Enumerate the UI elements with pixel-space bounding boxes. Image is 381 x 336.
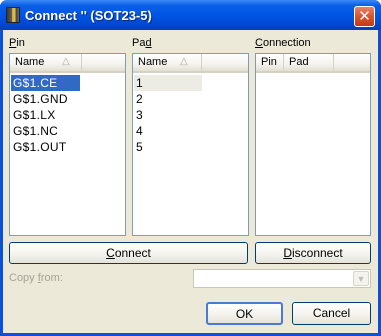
pad-item[interactable]: 4 — [134, 123, 143, 139]
app-icon — [6, 7, 20, 23]
pad-list[interactable]: Name △ 1 2 3 4 5 — [132, 53, 249, 236]
copy-from-label-rest: rom: — [40, 272, 63, 284]
connect-dialog: Connect '' (SOT23-5) ✕ Pin Name △ G$1.CE… — [0, 0, 381, 336]
disconnect-button-mnemonic: D — [283, 246, 292, 260]
pad-label-text: Pa — [132, 37, 146, 49]
connection-pin-column-label: Pin — [261, 56, 277, 68]
pin-name-column-header[interactable]: Name — [10, 54, 82, 71]
connection-label-text: onnection — [262, 37, 311, 49]
connection-list-header: Pin Pad — [256, 54, 370, 73]
cancel-button[interactable]: Cancel — [292, 302, 371, 325]
connection-pin-column-header[interactable]: Pin — [256, 54, 284, 71]
copy-from-label-text: Copy — [9, 272, 38, 284]
pad-item[interactable]: 3 — [134, 107, 143, 123]
pin-item[interactable]: G$1.NC — [11, 123, 58, 139]
connection-label: Connection — [255, 36, 311, 50]
pin-list[interactable]: Name △ G$1.CE G$1.GND G$1.LX G$1.NC G$1.… — [9, 53, 126, 236]
ok-button[interactable]: OK — [206, 302, 283, 325]
connect-button-label: onnect — [114, 246, 151, 260]
pad-label-mnemonic: d — [145, 37, 152, 49]
dialog-body: Pin Name △ G$1.CE G$1.GND G$1.LX G$1.NC … — [3, 30, 378, 333]
pad-item[interactable]: 5 — [134, 139, 143, 155]
copy-from-combo[interactable]: ▼ — [193, 269, 371, 288]
connection-label-mnemonic: C — [255, 37, 263, 49]
pin-name-column-label: Name — [15, 56, 45, 68]
pin-list-header: Name △ — [10, 54, 125, 73]
connection-pad-column-header[interactable]: Pad — [284, 54, 334, 71]
connect-button[interactable]: Connect — [9, 242, 248, 264]
pad-label: Pad — [132, 36, 152, 50]
connect-button-mnemonic: C — [106, 246, 115, 260]
disconnect-button[interactable]: Disconnect — [255, 242, 371, 264]
pin-item[interactable]: G$1.LX — [11, 107, 56, 123]
chevron-down-icon[interactable]: ▼ — [353, 271, 369, 286]
connection-list[interactable]: Pin Pad — [255, 53, 371, 236]
pad-item[interactable]: 1 — [134, 75, 202, 91]
pad-item[interactable]: 2 — [134, 91, 143, 107]
close-icon[interactable]: ✕ — [354, 6, 375, 27]
pad-list-header: Name △ — [133, 54, 248, 73]
copy-from-label: Copy from: — [9, 271, 63, 285]
pad-name-column-label: Name — [138, 56, 168, 68]
window-title: Connect '' (SOT23-5) — [25, 8, 152, 23]
pad-name-column-header[interactable]: Name — [133, 54, 202, 71]
title-bar[interactable]: Connect '' (SOT23-5) ✕ — [0, 0, 381, 30]
pin-label: Pin — [9, 36, 25, 50]
pin-item[interactable]: G$1.GND — [11, 91, 68, 107]
pin-item[interactable]: G$1.OUT — [11, 139, 66, 155]
connection-pad-column-label: Pad — [289, 56, 309, 68]
pin-item[interactable]: G$1.CE — [11, 75, 80, 91]
disconnect-button-label: isconnect — [291, 246, 343, 260]
pin-label-text: in — [16, 37, 25, 49]
